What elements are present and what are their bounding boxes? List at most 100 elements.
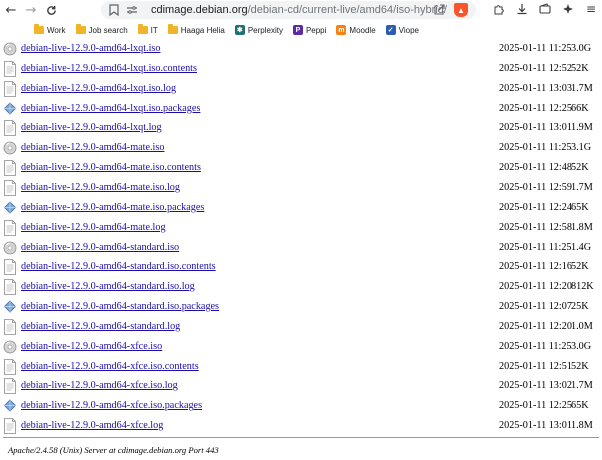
text-file-icon bbox=[3, 259, 17, 276]
file-modified-date: 2025-01-11 12:52 bbox=[499, 62, 572, 74]
bookmark-label: Work bbox=[47, 25, 66, 35]
file-link[interactable]: debian-live-12.9.0-amd64-standard.iso.lo… bbox=[21, 281, 195, 292]
file-link[interactable]: debian-live-12.9.0-amd64-standard.log bbox=[21, 321, 180, 332]
folder-icon bbox=[167, 24, 178, 34]
file-size: 812K bbox=[571, 281, 594, 293]
file-modified-date: 2025-01-11 12:20 bbox=[499, 281, 572, 293]
file-row: debian-live-12.9.0-amd64-xfce.iso.conten… bbox=[0, 358, 602, 378]
file-link[interactable]: debian-live-12.9.0-amd64-mate.log bbox=[21, 222, 166, 233]
file-row: debian-live-12.9.0-amd64-lxqt.iso.log 202… bbox=[0, 80, 602, 100]
file-row: debian-live-12.9.0-amd64-mate.iso.packag… bbox=[0, 199, 602, 219]
file-modified-date: 2025-01-11 13:02 bbox=[499, 380, 572, 392]
file-size: 66K bbox=[571, 102, 589, 114]
file-link[interactable]: debian-live-12.9.0-amd64-mate.iso bbox=[21, 142, 164, 153]
bookmark-label: Haaga Helia bbox=[180, 25, 225, 35]
file-modified-date: 2025-01-11 12:25 bbox=[499, 102, 572, 114]
file-modified-date: 2025-01-11 13:01 bbox=[499, 122, 572, 134]
bookmark-peppi[interactable]: P Peppi bbox=[292, 22, 326, 38]
file-row: debian-live-12.9.0-amd64-standard.iso 202… bbox=[0, 239, 602, 259]
text-file-icon bbox=[3, 80, 17, 97]
brave-shields-icon[interactable]: ▲ bbox=[454, 3, 468, 17]
file-size: 25K bbox=[571, 301, 589, 313]
leo-ai-icon[interactable] bbox=[561, 2, 575, 16]
text-file-icon bbox=[3, 60, 17, 77]
bookmark-label: Moodle bbox=[349, 25, 376, 35]
file-row: debian-live-12.9.0-amd64-xfce.iso.log 202… bbox=[0, 377, 602, 397]
forward-arrow-icon[interactable]: → bbox=[22, 1, 40, 19]
file-link[interactable]: debian-live-12.9.0-amd64-xfce.iso bbox=[21, 341, 162, 352]
bookmark-folder-it[interactable]: IT bbox=[137, 22, 158, 38]
reload-icon[interactable] bbox=[42, 1, 60, 19]
bookmark-folder-work[interactable]: Work bbox=[34, 22, 66, 38]
text-file-icon bbox=[3, 358, 17, 375]
peppi-icon: P bbox=[292, 25, 303, 35]
disc-icon bbox=[3, 339, 17, 355]
file-link[interactable]: debian-live-12.9.0-amd64-lxqt.iso.conten… bbox=[21, 63, 197, 74]
bookmark-perplexity[interactable]: ✱ Perplexity bbox=[234, 22, 283, 38]
file-size: 65K bbox=[571, 201, 589, 213]
file-row: debian-live-12.9.0-amd64-xfce.iso 2025-01… bbox=[0, 338, 602, 358]
menu-icon[interactable]: ≡ bbox=[584, 2, 598, 16]
file-size: 1.9M bbox=[571, 122, 593, 134]
file-row: debian-live-12.9.0-amd64-standard.iso.lo… bbox=[0, 278, 602, 298]
text-file-icon bbox=[3, 160, 17, 176]
file-link[interactable]: debian-live-12.9.0-amd64-mate.iso.conten… bbox=[21, 162, 201, 173]
moodle-icon: m bbox=[336, 25, 347, 35]
text-file-icon bbox=[3, 219, 17, 236]
bookmark-viope[interactable]: ✓ Viope bbox=[385, 22, 419, 38]
bookmark-label: Viope bbox=[398, 25, 419, 35]
text-file-icon bbox=[3, 120, 17, 137]
url-text[interactable]: cdimage.debian.org/debian-cd/current-liv… bbox=[151, 4, 447, 16]
text-file-icon bbox=[3, 180, 17, 196]
file-row: debian-live-12.9.0-amd64-standard.iso.co… bbox=[0, 258, 602, 278]
wallet-icon[interactable] bbox=[538, 2, 552, 16]
file-link[interactable]: debian-live-12.9.0-amd64-mate.iso.log bbox=[21, 182, 180, 193]
file-link[interactable]: debian-live-12.9.0-amd64-lxqt.log bbox=[21, 122, 162, 133]
extensions-icon[interactable] bbox=[492, 2, 506, 16]
file-row: debian-live-12.9.0-amd64-xfce.log 2025-01… bbox=[0, 417, 602, 437]
file-modified-date: 2025-01-11 12:24 bbox=[499, 201, 572, 213]
file-row: debian-live-12.9.0-amd64-standard.log 202… bbox=[0, 318, 602, 338]
file-link[interactable]: debian-live-12.9.0-amd64-standard.iso bbox=[21, 242, 179, 253]
file-link[interactable]: debian-live-12.9.0-amd64-lxqt.iso.log bbox=[21, 83, 176, 94]
file-size: 1.4G bbox=[571, 241, 592, 253]
file-modified-date: 2025-01-11 13:03 bbox=[499, 82, 572, 94]
site-info-icon[interactable] bbox=[125, 3, 139, 17]
file-row: debian-live-12.9.0-amd64-xfce.iso.packag… bbox=[0, 397, 602, 417]
file-link[interactable]: debian-live-12.9.0-amd64-xfce.log bbox=[21, 420, 163, 431]
bookmark-folder-job-search[interactable]: Job search bbox=[75, 22, 128, 38]
share-icon[interactable] bbox=[432, 3, 446, 17]
server-signature: Apache/2.4.58 (Unix) Server at cdimage.d… bbox=[8, 445, 219, 455]
package-icon bbox=[3, 200, 17, 216]
file-size: 1.8M bbox=[571, 420, 593, 432]
file-size: 52K bbox=[571, 62, 589, 74]
file-link[interactable]: debian-live-12.9.0-amd64-lxqt.iso bbox=[21, 43, 160, 54]
file-link[interactable]: debian-live-12.9.0-amd64-xfce.iso.conten… bbox=[21, 361, 199, 372]
file-modified-date: 2025-01-11 12:59 bbox=[499, 181, 572, 193]
bookmark-folder-haaga-helia[interactable]: Haaga Helia bbox=[167, 22, 225, 38]
file-size: 3.1G bbox=[571, 142, 592, 154]
file-link[interactable]: debian-live-12.9.0-amd64-lxqt.iso.packag… bbox=[21, 103, 200, 114]
bookmark-moodle[interactable]: m Moodle bbox=[336, 22, 376, 38]
file-link[interactable]: debian-live-12.9.0-amd64-standard.iso.co… bbox=[21, 261, 216, 272]
file-modified-date: 2025-01-11 12:58 bbox=[499, 221, 572, 233]
url-path: /debian-cd/current-live/amd64/iso-hybrid… bbox=[247, 4, 447, 16]
downloads-icon[interactable] bbox=[515, 2, 529, 16]
file-size: 1.7M bbox=[571, 181, 593, 193]
file-row: debian-live-12.9.0-amd64-mate.iso.log 202… bbox=[0, 179, 602, 199]
file-modified-date: 2025-01-11 13:01 bbox=[499, 420, 572, 432]
file-link[interactable]: debian-live-12.9.0-amd64-standard.iso.pa… bbox=[21, 301, 219, 312]
back-arrow-icon[interactable]: ← bbox=[2, 1, 20, 19]
file-link[interactable]: debian-live-12.9.0-amd64-xfce.iso.packag… bbox=[21, 400, 202, 411]
file-row: debian-live-12.9.0-amd64-mate.iso 2025-01… bbox=[0, 139, 602, 159]
address-bar[interactable]: cdimage.debian.org/debian-cd/current-liv… bbox=[101, 1, 476, 19]
perplexity-icon: ✱ bbox=[234, 25, 245, 35]
file-link[interactable]: debian-live-12.9.0-amd64-xfce.iso.log bbox=[21, 380, 178, 391]
url-host: cdimage.debian.org bbox=[151, 4, 248, 16]
bookmark-page-icon[interactable] bbox=[107, 3, 121, 17]
viope-icon: ✓ bbox=[385, 25, 396, 35]
file-link[interactable]: debian-live-12.9.0-amd64-mate.iso.packag… bbox=[21, 202, 204, 213]
text-file-icon bbox=[3, 418, 17, 435]
text-file-icon bbox=[3, 318, 17, 335]
file-size: 52K bbox=[571, 162, 589, 174]
